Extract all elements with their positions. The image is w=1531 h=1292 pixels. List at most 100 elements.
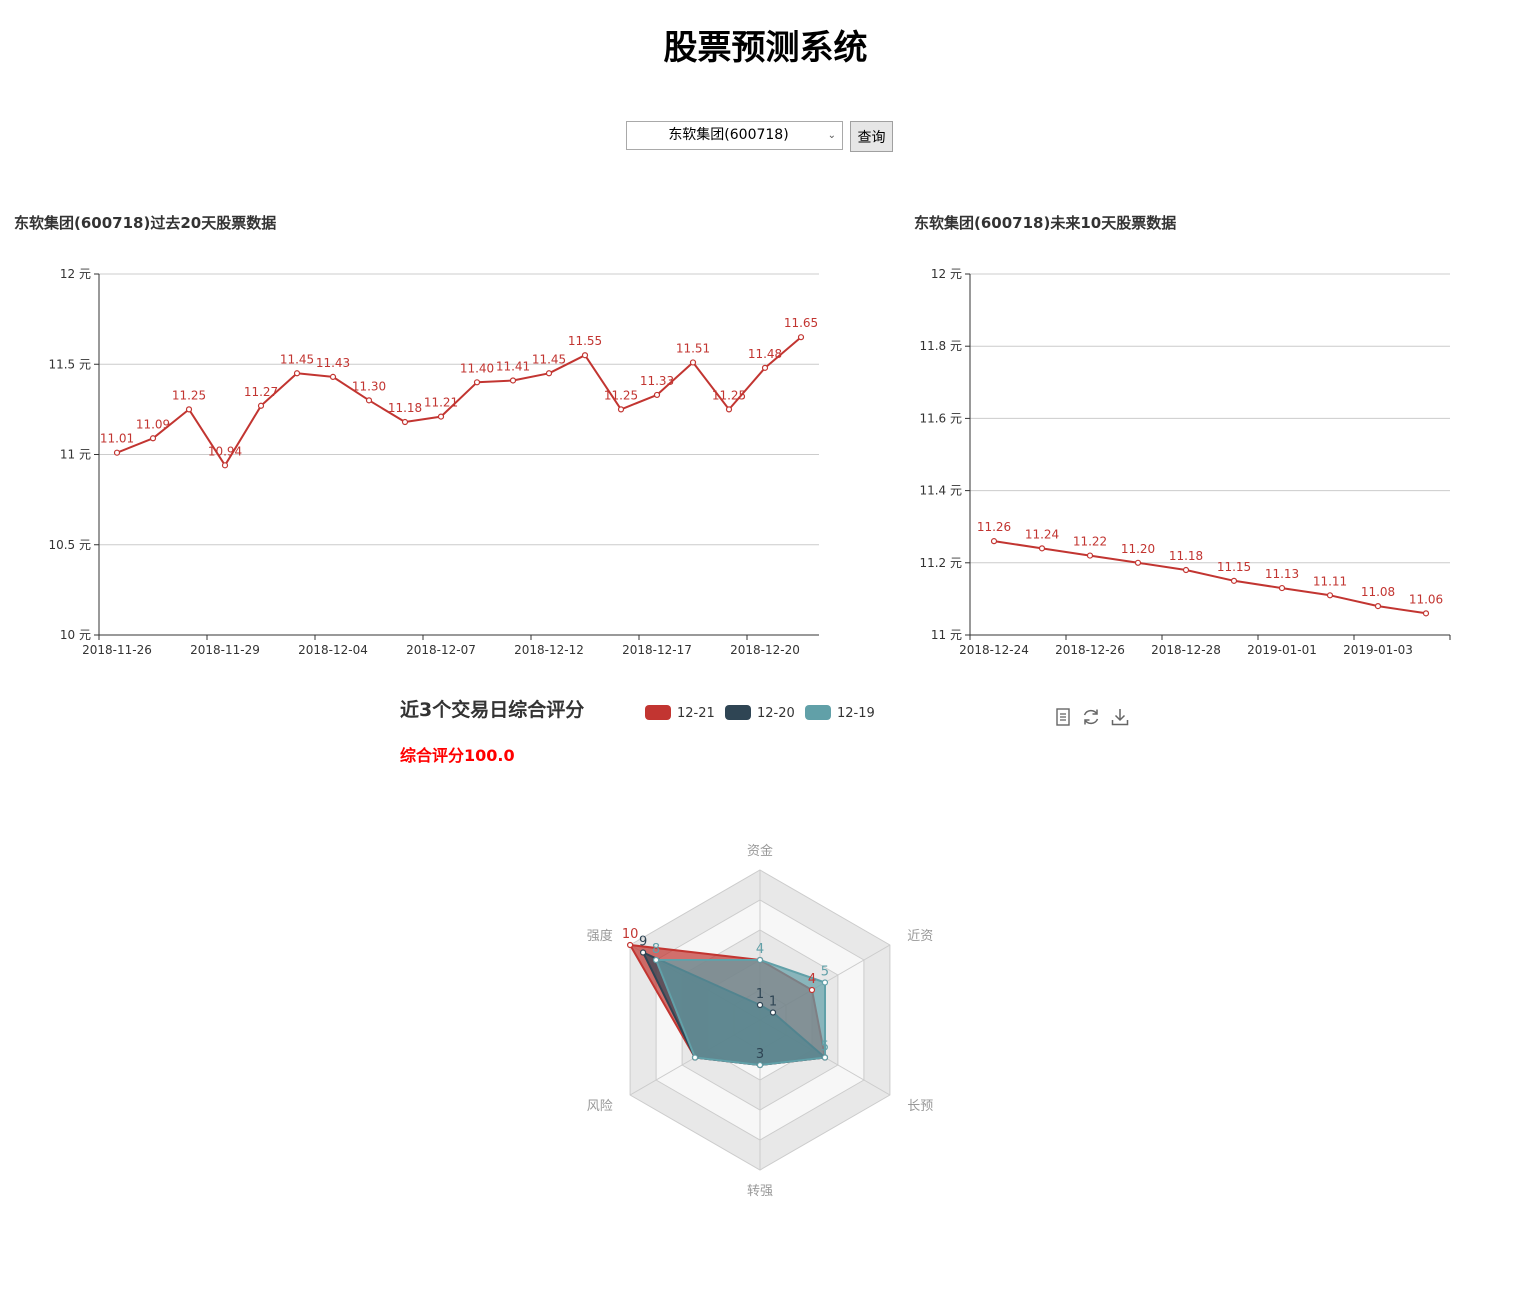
radar-data-label: 8	[652, 942, 660, 957]
past-data-label: 10.94	[208, 444, 242, 458]
future-chart-title: 东软集团(600718)未来10天股票数据	[914, 214, 1176, 232]
past-data-point	[185, 406, 193, 413]
radar-data-label: 3	[756, 1047, 764, 1062]
radar-data-label: 10	[622, 927, 639, 942]
radar-indicator-label: 转强	[747, 1184, 773, 1199]
radar-indicator-label: 长预	[907, 1099, 933, 1114]
future-data-point	[1038, 545, 1046, 552]
past-data-label: 11.25	[604, 388, 638, 402]
radar-score: 综合评分100.0	[400, 746, 515, 765]
past-data-point	[365, 397, 373, 404]
past-y-tick-label: 11.5 元	[48, 357, 91, 371]
past-data-label: 11.41	[496, 359, 530, 373]
past-data-label: 11.21	[424, 396, 458, 410]
past-data-label: 11.25	[712, 388, 746, 402]
past-data-point	[437, 413, 445, 420]
past-data-label: 11.45	[280, 352, 314, 366]
stock-select[interactable]: 东软集团(600718) ⌄	[626, 121, 843, 150]
past-data-point	[581, 352, 589, 359]
radar-data-label: 4	[808, 972, 816, 987]
radar-indicator-label: 强度	[587, 928, 613, 944]
radar-data-point	[652, 956, 660, 964]
future-data-label: 11.24	[1025, 527, 1059, 541]
radar-data-point	[821, 979, 829, 986]
future-data-point	[990, 538, 998, 545]
query-button[interactable]: 查询	[850, 121, 893, 152]
past-data-point	[761, 364, 769, 371]
future-data-label: 11.26	[977, 520, 1011, 534]
past-x-tick-label: 2018-12-12	[514, 643, 584, 657]
chevron-down-icon: ⌄	[827, 130, 836, 141]
past-data-point	[545, 370, 553, 377]
past-x-tick-label: 2018-12-04	[298, 643, 368, 657]
past-y-tick-label: 12 元	[60, 267, 91, 281]
past-data-label: 11.40	[460, 361, 494, 375]
past-data-label: 11.27	[244, 385, 278, 399]
past-data-point	[473, 379, 481, 386]
future-data-point	[1422, 610, 1430, 617]
future-data-label: 11.20	[1121, 542, 1155, 556]
future-data-label: 11.22	[1073, 535, 1107, 549]
radar-data-point	[626, 941, 634, 949]
future-x-tick-label: 2018-12-28	[1151, 643, 1221, 657]
radar-legend-label: 12-20	[757, 706, 795, 721]
future-y-tick-label: 11.4 元	[919, 484, 962, 498]
past-data-point	[689, 359, 697, 366]
past-x-tick-label: 2018-12-17	[622, 643, 692, 657]
future-data-point	[1182, 566, 1190, 574]
future-x-tick-label: 2019-01-01	[1247, 643, 1317, 657]
past-data-point	[653, 391, 661, 399]
future-series-line	[993, 540, 1427, 615]
past-data-label: 11.55	[568, 334, 602, 348]
past-data-label: 11.09	[136, 417, 170, 431]
radar-data-label: 4	[756, 942, 764, 957]
past-x-tick-label: 2018-12-20	[730, 643, 800, 657]
past-data-label: 11.65	[784, 316, 818, 330]
past-data-label: 11.18	[388, 401, 422, 415]
radar-data-point	[821, 1054, 829, 1061]
future-data-point	[1086, 552, 1094, 559]
past-y-tick-label: 10 元	[60, 628, 91, 642]
future-data-point	[1134, 559, 1142, 566]
future-x-tick-label: 2018-12-26	[1055, 643, 1125, 657]
future-data-label: 11.06	[1409, 592, 1443, 606]
future-y-tick-label: 11.2 元	[919, 556, 962, 570]
past-data-label: 11.48	[748, 347, 782, 361]
page-title: 股票预测系统	[663, 28, 868, 68]
past-data-label: 11.43	[316, 356, 350, 370]
future-data-label: 11.18	[1169, 549, 1203, 563]
past-data-point	[113, 449, 121, 456]
past-chart-title: 东软集团(600718)过去20天股票数据	[14, 214, 276, 232]
radar-data-label: 1	[756, 987, 764, 1002]
past-x-tick-label: 2018-12-07	[406, 643, 476, 657]
past-data-label: 11.01	[100, 432, 134, 446]
past-data-point	[257, 402, 265, 409]
radar-data-point	[769, 1009, 777, 1016]
future-data-label: 11.11	[1313, 574, 1347, 588]
future-data-point	[1374, 603, 1382, 610]
past-data-point	[221, 462, 229, 469]
refresh-icon[interactable]	[1080, 706, 1102, 728]
radar-legend-swatch	[645, 705, 671, 720]
past-data-point	[293, 370, 301, 377]
radar-chart-title: 近3个交易日综合评分	[400, 698, 584, 721]
radar-legend-swatch	[725, 705, 751, 720]
past-data-point	[725, 406, 733, 413]
past-data-label: 11.51	[676, 341, 710, 355]
future-x-tick-label: 2019-01-03	[1343, 643, 1413, 657]
data-view-icon[interactable]	[1052, 706, 1074, 728]
radar-data-point	[756, 1061, 764, 1069]
radar-legend-swatch	[805, 705, 831, 720]
past-data-label: 11.33	[640, 374, 674, 388]
past-y-tick-label: 11 元	[60, 448, 91, 462]
future-data-point	[1278, 584, 1286, 592]
past-data-point	[797, 334, 805, 341]
past-x-tick-label: 2018-11-26	[82, 643, 152, 657]
past-x-tick-label: 2018-11-29	[190, 643, 260, 657]
future-y-tick-label: 11.6 元	[919, 411, 962, 425]
past-data-point	[401, 418, 409, 426]
past-data-label: 11.45	[532, 352, 566, 366]
download-icon[interactable]	[1109, 706, 1131, 728]
future-data-label: 11.13	[1265, 567, 1299, 581]
past-data-point	[329, 373, 337, 380]
